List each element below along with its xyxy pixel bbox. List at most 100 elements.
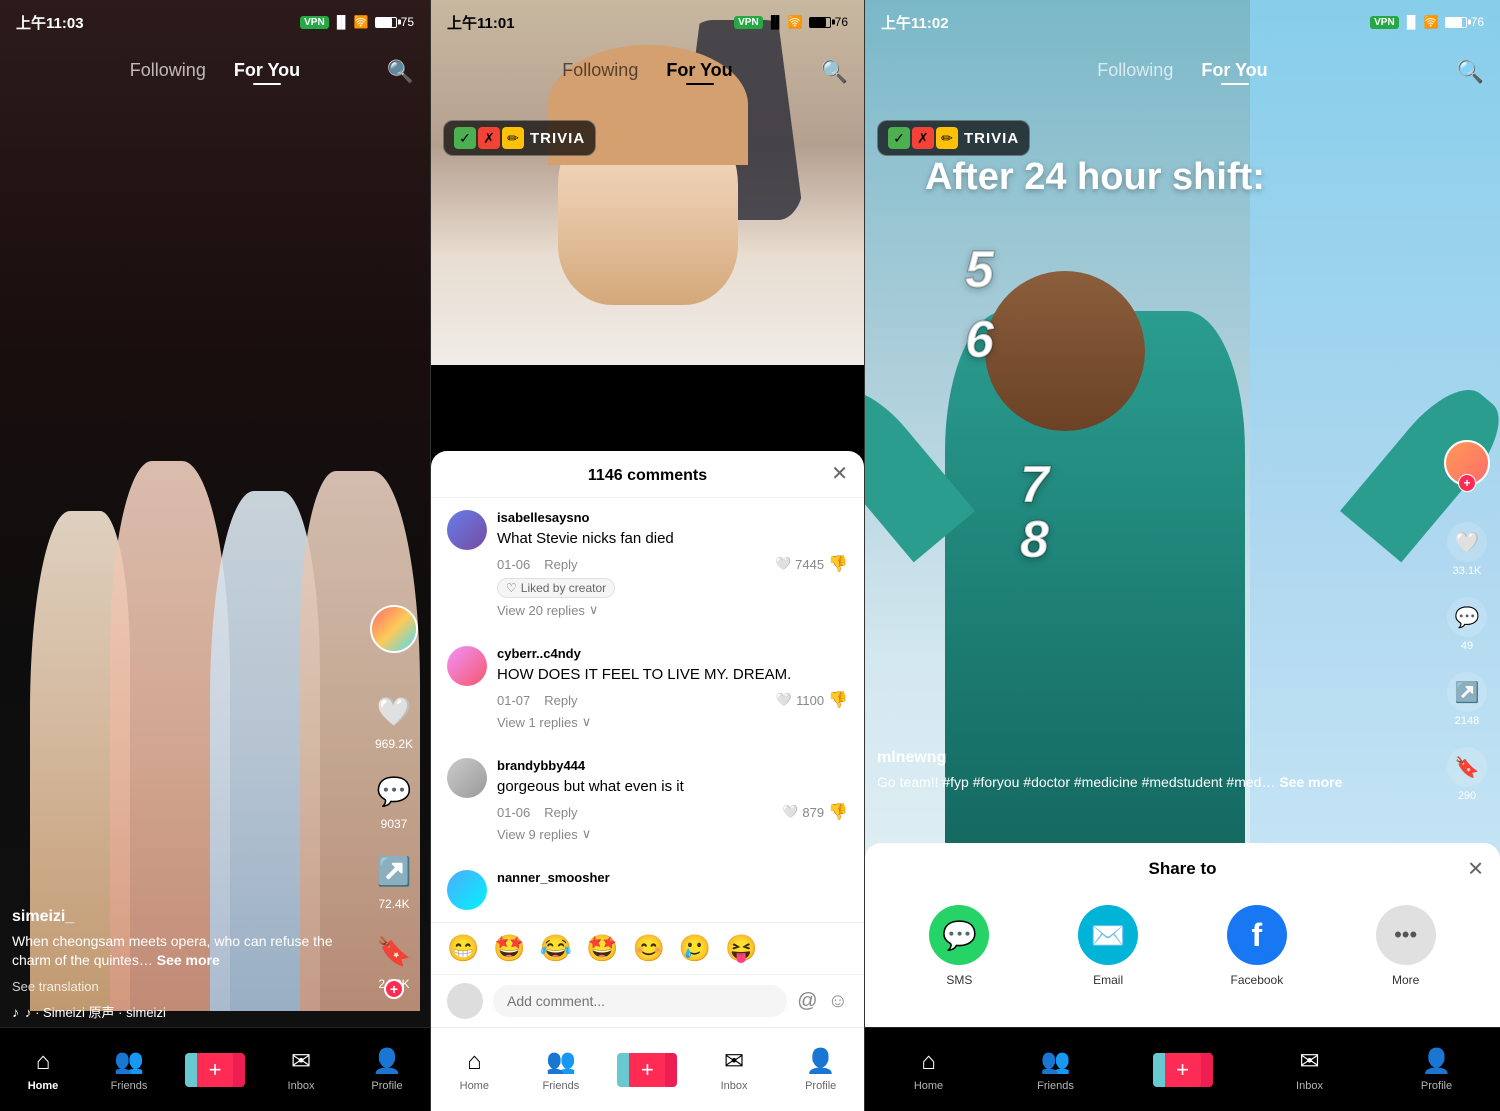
comments-close-btn[interactable]: ✕ [831, 464, 848, 484]
emoji-7[interactable]: 😝 [725, 933, 757, 964]
emoji-1[interactable]: 😁 [447, 933, 479, 964]
left-share-action[interactable]: ↗️ 72.4K [372, 849, 416, 911]
share-close-btn[interactable]: ✕ [1467, 857, 1484, 882]
view-replies-3[interactable]: View 9 replies ∨ [497, 822, 848, 846]
right-save-item[interactable]: 🔖 290 [1447, 747, 1487, 802]
comment-icon-left[interactable]: 💬 [372, 769, 416, 813]
tab-following-left[interactable]: Following [130, 60, 206, 85]
nav-home-right[interactable]: ⌂ Home [899, 1048, 959, 1092]
add-button-left[interactable]: + [191, 1053, 239, 1087]
left-see-more[interactable]: See more [157, 952, 220, 968]
nav-inbox-right[interactable]: ✉ Inbox [1280, 1047, 1340, 1092]
dislike-2[interactable]: 👎 [828, 690, 848, 710]
comment-avatar-4[interactable] [447, 870, 487, 910]
like-heart-2: 🤍 [776, 692, 792, 708]
nav-profile-right[interactable]: 👤 Profile [1407, 1047, 1467, 1092]
profile-icon-left: 👤 [372, 1047, 402, 1076]
email-icon[interactable]: ✉️ [1078, 905, 1138, 965]
comment-reply-1[interactable]: Reply [544, 557, 577, 572]
nav-inbox-left[interactable]: ✉ Inbox [271, 1047, 331, 1092]
left-comment-action[interactable]: 💬 9037 [372, 769, 416, 831]
add-button-mid[interactable]: + [623, 1053, 671, 1087]
profile-label-mid: Profile [805, 1080, 836, 1092]
comment-input[interactable] [493, 985, 787, 1017]
nav-profile-left[interactable]: 👤 Profile [357, 1047, 417, 1092]
at-icon[interactable]: @ [797, 990, 817, 1013]
right-creator-avatar[interactable]: + [1444, 440, 1490, 486]
right-share-item[interactable]: ↗️ 2148 [1447, 672, 1487, 727]
nav-add-left[interactable]: + [185, 1053, 245, 1087]
share-sms[interactable]: 💬 SMS [929, 905, 989, 987]
share-icon-left[interactable]: ↗️ [372, 849, 416, 893]
friends-label-left: Friends [111, 1080, 148, 1092]
comment-icon-right[interactable]: 💬 [1447, 597, 1487, 637]
facebook-icon[interactable]: f [1227, 905, 1287, 965]
like-icon-left[interactable]: 🤍 [372, 689, 416, 733]
emoji-6[interactable]: 🥲 [679, 933, 711, 964]
right-follow-plus[interactable]: + [1458, 474, 1476, 492]
comment-reply-2[interactable]: Reply [544, 693, 577, 708]
dislike-3[interactable]: 👎 [828, 802, 848, 822]
left-music-row: ♪ ♪ · Simeizi 原声 · simeizi [12, 1002, 370, 1021]
share-email[interactable]: ✉️ Email [1078, 905, 1138, 987]
right-save-count: 290 [1458, 790, 1476, 802]
search-icon-right[interactable]: 🔍 [1457, 59, 1484, 85]
left-follow-plus[interactable]: + [384, 979, 404, 999]
emoji-4[interactable]: 🤩 [586, 933, 618, 964]
tab-foryou-right[interactable]: For You [1201, 60, 1267, 85]
share-more[interactable]: ••• More [1376, 905, 1436, 987]
share-icon-right[interactable]: ↗️ [1447, 672, 1487, 712]
nav-profile-mid[interactable]: 👤 Profile [791, 1047, 851, 1092]
view-replies-1[interactable]: View 20 replies ∨ [497, 598, 848, 622]
share-header: Share to ✕ [865, 843, 1500, 895]
number-5: 5 [965, 240, 994, 300]
sms-icon[interactable]: 💬 [929, 905, 989, 965]
left-translate-btn[interactable]: See translation [12, 979, 370, 994]
right-comment-item[interactable]: 💬 49 [1447, 597, 1487, 652]
left-creator-avatar[interactable] [370, 605, 418, 653]
tab-following-mid[interactable]: Following [562, 60, 638, 85]
comment-reply-3[interactable]: Reply [544, 805, 577, 820]
nav-friends-right[interactable]: 👥 Friends [1026, 1047, 1086, 1092]
comment-avatar-1[interactable] [447, 510, 487, 550]
right-wifi-icon: 🛜 [1424, 15, 1439, 29]
add-button-right[interactable]: + [1159, 1053, 1207, 1087]
comment-meta-1: 01-06 Reply 🤍 7445 👎 [497, 554, 848, 574]
like-icon-right[interactable]: 🤍 [1447, 522, 1487, 562]
nav-home-left[interactable]: ⌂ Home [13, 1048, 73, 1092]
emoji-3[interactable]: 😂 [540, 933, 572, 964]
save-icon-left[interactable]: 🔖 [372, 929, 416, 973]
tab-following-right[interactable]: Following [1097, 60, 1173, 85]
emoji-5[interactable]: 😊 [633, 933, 665, 964]
nav-friends-left[interactable]: 👥 Friends [99, 1047, 159, 1092]
liked-by-creator-badge[interactable]: ♡ Liked by creator [497, 578, 615, 598]
left-like-action[interactable]: 🤍 969.2K [372, 689, 416, 751]
save-icon-right[interactable]: 🔖 [1447, 747, 1487, 787]
comment-meta-2: 01-07 Reply 🤍 1100 👎 [497, 690, 848, 710]
right-avatar-item[interactable]: + [1444, 440, 1490, 486]
trivia-check-icon-r: ✓ [888, 127, 910, 149]
home-label-right: Home [914, 1080, 943, 1092]
share-facebook[interactable]: f Facebook [1227, 905, 1287, 987]
trivia-x-icon: ✗ [478, 127, 500, 149]
comment-avatar-2[interactable] [447, 646, 487, 686]
search-icon-left[interactable]: 🔍 [387, 59, 414, 85]
right-see-more[interactable]: See more [1279, 774, 1342, 790]
nav-inbox-mid[interactable]: ✉ Inbox [704, 1047, 764, 1092]
left-avatar-action[interactable]: + [370, 605, 418, 653]
tab-foryou-left[interactable]: For You [234, 60, 300, 85]
nav-friends-mid[interactable]: 👥 Friends [531, 1047, 591, 1092]
emoji-2[interactable]: 🤩 [493, 933, 525, 964]
view-replies-2[interactable]: View 1 replies ∨ [497, 710, 848, 734]
tab-foryou-mid[interactable]: For You [666, 60, 732, 85]
nav-add-right[interactable]: + [1153, 1053, 1213, 1087]
right-like-item[interactable]: 🤍 33.1K [1447, 522, 1487, 577]
nav-add-mid[interactable]: + [617, 1053, 677, 1087]
inbox-label-left: Inbox [288, 1080, 315, 1092]
comment-avatar-3[interactable] [447, 758, 487, 798]
more-icon[interactable]: ••• [1376, 905, 1436, 965]
search-icon-mid[interactable]: 🔍 [821, 59, 848, 85]
emoji-picker-icon[interactable]: ☺ [828, 990, 848, 1013]
dislike-1[interactable]: 👎 [828, 554, 848, 574]
nav-home-mid[interactable]: ⌂ Home [444, 1048, 504, 1092]
